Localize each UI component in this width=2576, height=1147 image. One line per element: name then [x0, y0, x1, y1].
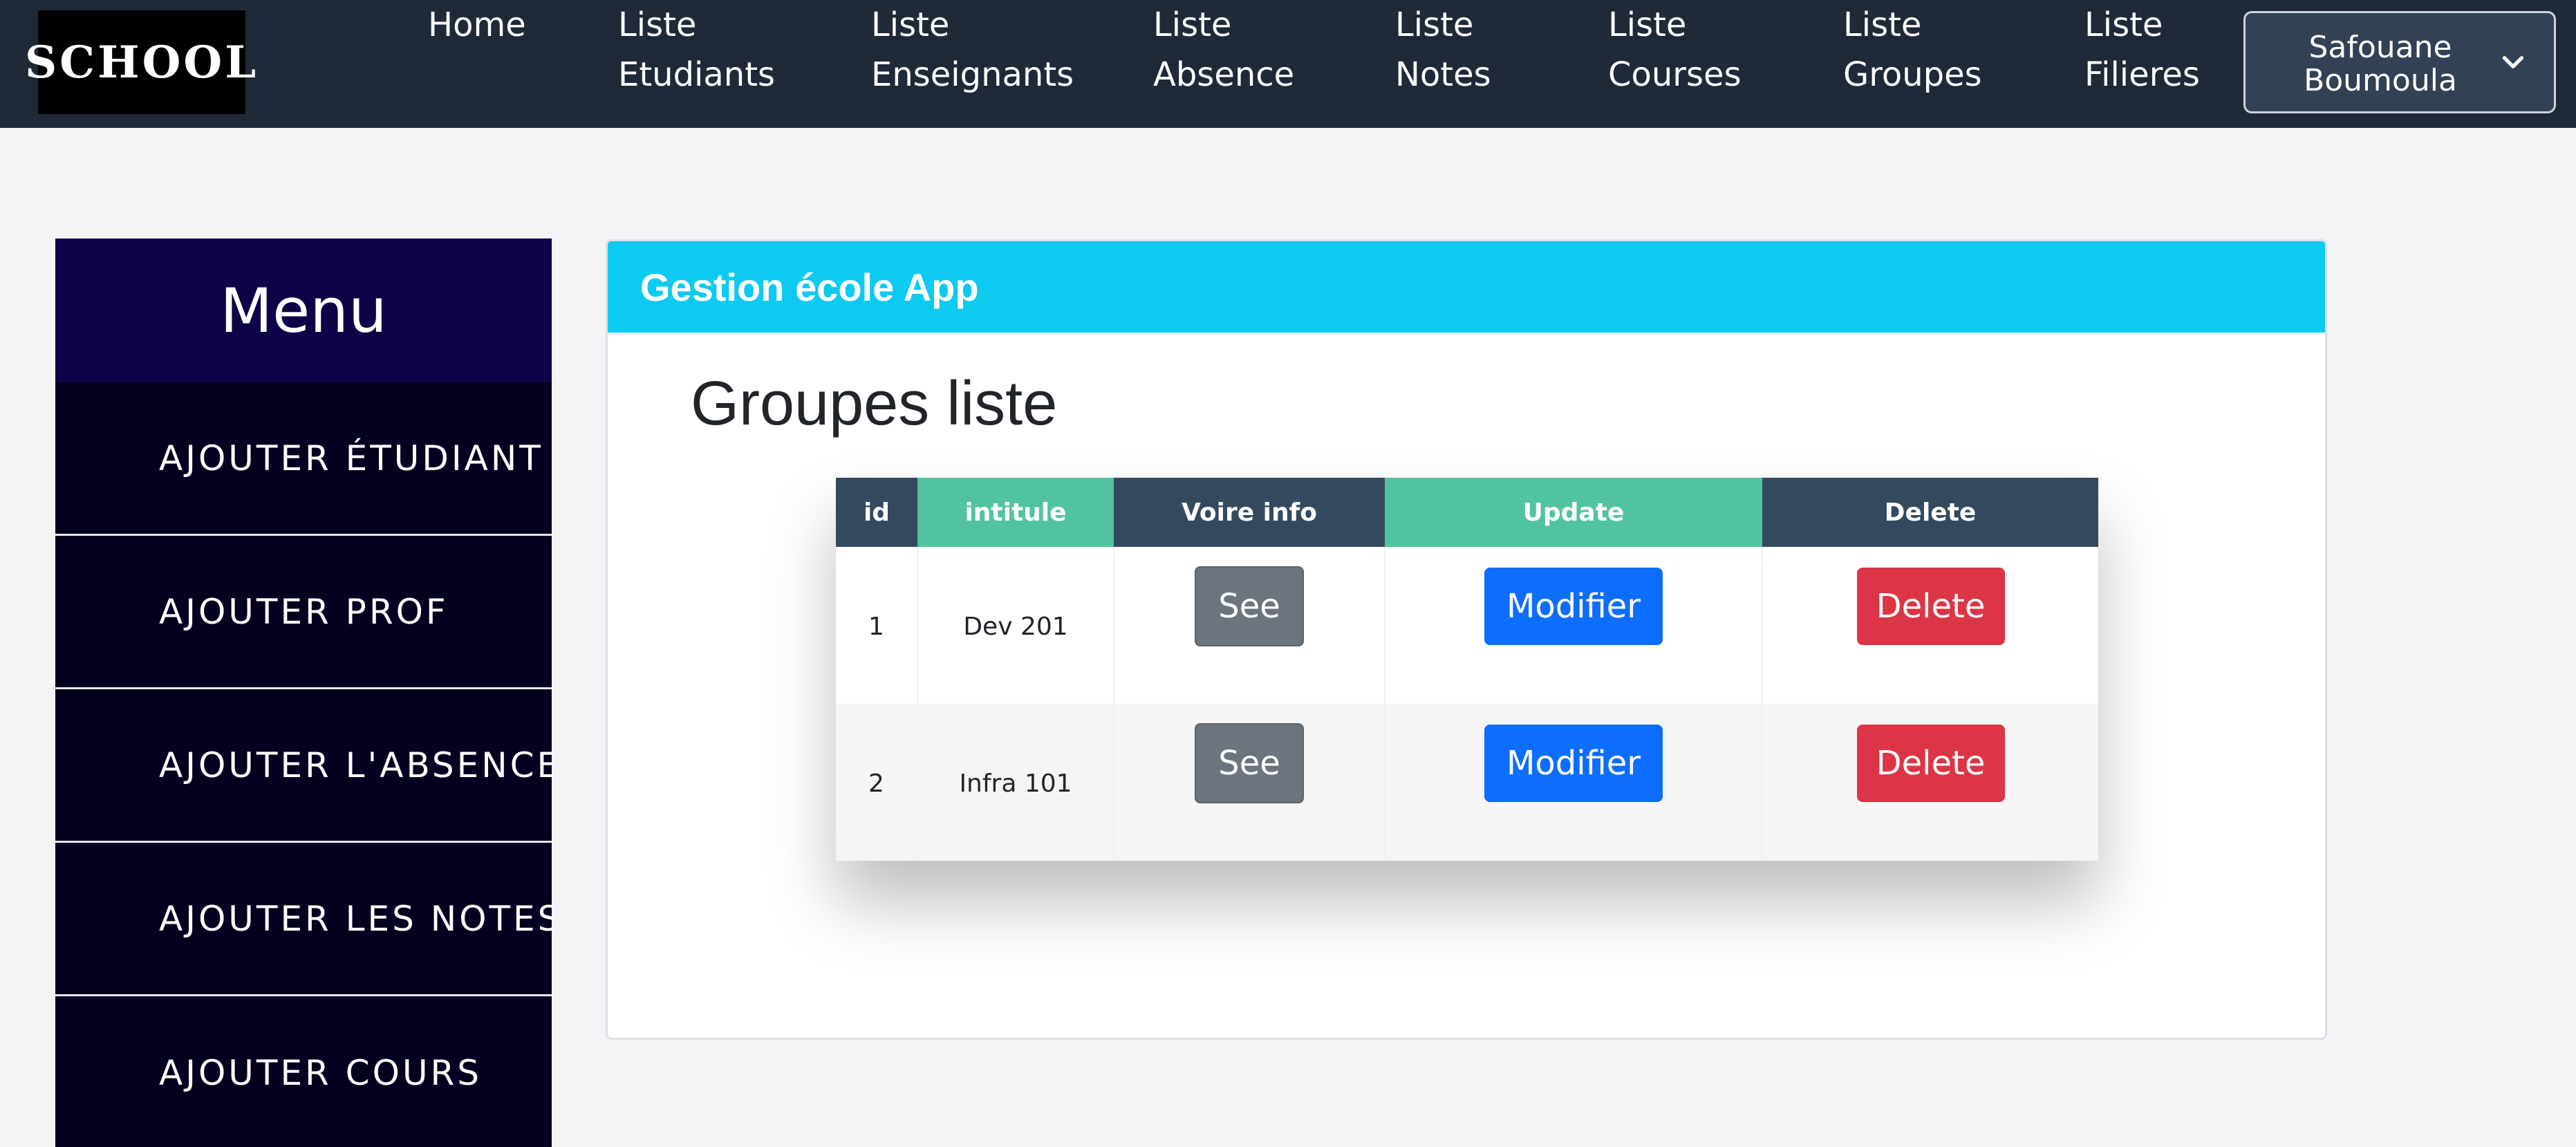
see-button[interactable]: See [1195, 722, 1304, 803]
top-navbar: SCHOOL Home Liste Etudiants Liste Enseig… [0, 0, 2576, 128]
nav-liste-groupes-link[interactable]: Liste Groupes [1843, 0, 1982, 100]
nav-liste-absence-link[interactable]: Liste Absence [1153, 0, 1294, 100]
sidebar-item-ajouter-notes[interactable]: AJOUTER LES NOTES [55, 843, 552, 996]
table-row: 1 Dev 201 See Modifier Delete [836, 547, 2098, 704]
nav-link-label: Liste [618, 6, 697, 44]
cell-see: See [1114, 704, 1385, 861]
column-header-delete: Delete [1762, 478, 2098, 547]
nav-liste-enseignants-link[interactable]: Liste Enseignants [871, 0, 1074, 100]
modifier-button[interactable]: Modifier [1484, 724, 1663, 802]
see-button[interactable]: See [1195, 566, 1304, 646]
sidebar-item-ajouter-cours[interactable]: AJOUTER COURS [55, 996, 552, 1147]
nav-link-label: Liste [1153, 6, 1232, 44]
cell-intitule-text: Infra 101 [959, 770, 1072, 798]
user-last-name: Boumoula [2304, 63, 2457, 98]
nav-liste-courses-link[interactable]: Liste Courses [1608, 0, 1742, 100]
cell-modify: Modifier [1385, 547, 1763, 704]
nav-link-label: Groupes [1843, 55, 1982, 94]
sidebar-item-ajouter-absence[interactable]: AJOUTER L'ABSENCE [55, 689, 552, 843]
column-header-voire-info: Voire info [1114, 478, 1385, 547]
nav-link-label: Liste [2084, 6, 2163, 44]
user-first-name: Safouane [2308, 30, 2452, 65]
cell-id-text: 1 [868, 613, 884, 641]
nav-link-label: Home [428, 6, 526, 44]
groups-table: id intitule Voire info Update Delete 1 D… [836, 478, 2098, 861]
sidebar-menu: Menu AJOUTER ÉTUDIANT AJOUTER PROF AJOUT… [55, 239, 552, 1147]
nav-link-label: Filieres [2084, 55, 2200, 94]
main-card: Gestion école App Groupes liste id intit… [606, 239, 2327, 1040]
nav-link-label: Liste [1608, 6, 1687, 44]
nav-link-label: Liste [1843, 6, 1922, 44]
cell-id: 2 [836, 704, 918, 861]
sidebar-item-label: AJOUTER L'ABSENCE [159, 745, 552, 785]
modifier-button[interactable]: Modifier [1484, 567, 1663, 645]
nav-link-label: Enseignants [871, 55, 1074, 94]
cell-modify: Modifier [1385, 704, 1763, 861]
chevron-down-icon [2502, 56, 2524, 68]
cell-see: See [1114, 547, 1385, 704]
sidebar-item-label: AJOUTER ÉTUDIANT [159, 438, 543, 478]
nav-link-label: Liste [871, 6, 950, 44]
user-name: Safouane Boumoula [2280, 31, 2481, 97]
nav-liste-notes-link[interactable]: Liste Notes [1395, 0, 1491, 100]
cell-id: 1 [836, 547, 918, 704]
delete-button[interactable]: Delete [1856, 724, 2005, 802]
nav-liste-etudiants-link[interactable]: Liste Etudiants [618, 0, 775, 100]
sidebar-item-ajouter-etudiant[interactable]: AJOUTER ÉTUDIANT [55, 382, 552, 536]
page-title: Groupes liste [691, 369, 1058, 438]
cell-delete: Delete [1762, 547, 2098, 704]
nav-liste-filieres-link[interactable]: Liste Filieres [2084, 0, 2200, 100]
cell-intitule: Infra 101 [917, 704, 1114, 861]
cell-intitule-text: Dev 201 [963, 613, 1068, 641]
nav-link-label: Liste [1395, 6, 1474, 44]
column-header-update: Update [1385, 478, 1762, 547]
sidebar-item-label: AJOUTER LES NOTES [159, 898, 552, 939]
nav-home-link[interactable]: Home [428, 0, 526, 50]
sidebar-title: Menu [55, 239, 552, 382]
user-dropdown-button[interactable]: Safouane Boumoula [2243, 11, 2556, 113]
table-header-row: id intitule Voire info Update Delete [836, 478, 2098, 547]
nav-link-label: Courses [1608, 55, 1742, 94]
sidebar-item-label: AJOUTER COURS [159, 1053, 483, 1093]
school-logo[interactable]: SCHOOL [25, 10, 256, 114]
column-header-id: id [836, 478, 917, 547]
sidebar-item-label: AJOUTER PROF [159, 591, 449, 632]
table-row: 2 Infra 101 See Modifier Delete [836, 704, 2098, 861]
cell-delete: Delete [1762, 704, 2098, 861]
sidebar-item-ajouter-prof[interactable]: AJOUTER PROF [55, 536, 552, 689]
cell-intitule: Dev 201 [917, 547, 1114, 704]
nav-link-label: Notes [1395, 55, 1491, 94]
card-header: Gestion école App [608, 241, 2325, 333]
nav-link-label: Etudiants [618, 55, 776, 94]
cell-id-text: 2 [868, 770, 884, 798]
delete-button[interactable]: Delete [1856, 567, 2005, 645]
nav-link-label: Absence [1153, 55, 1295, 94]
column-header-intitule: intitule [917, 478, 1114, 547]
